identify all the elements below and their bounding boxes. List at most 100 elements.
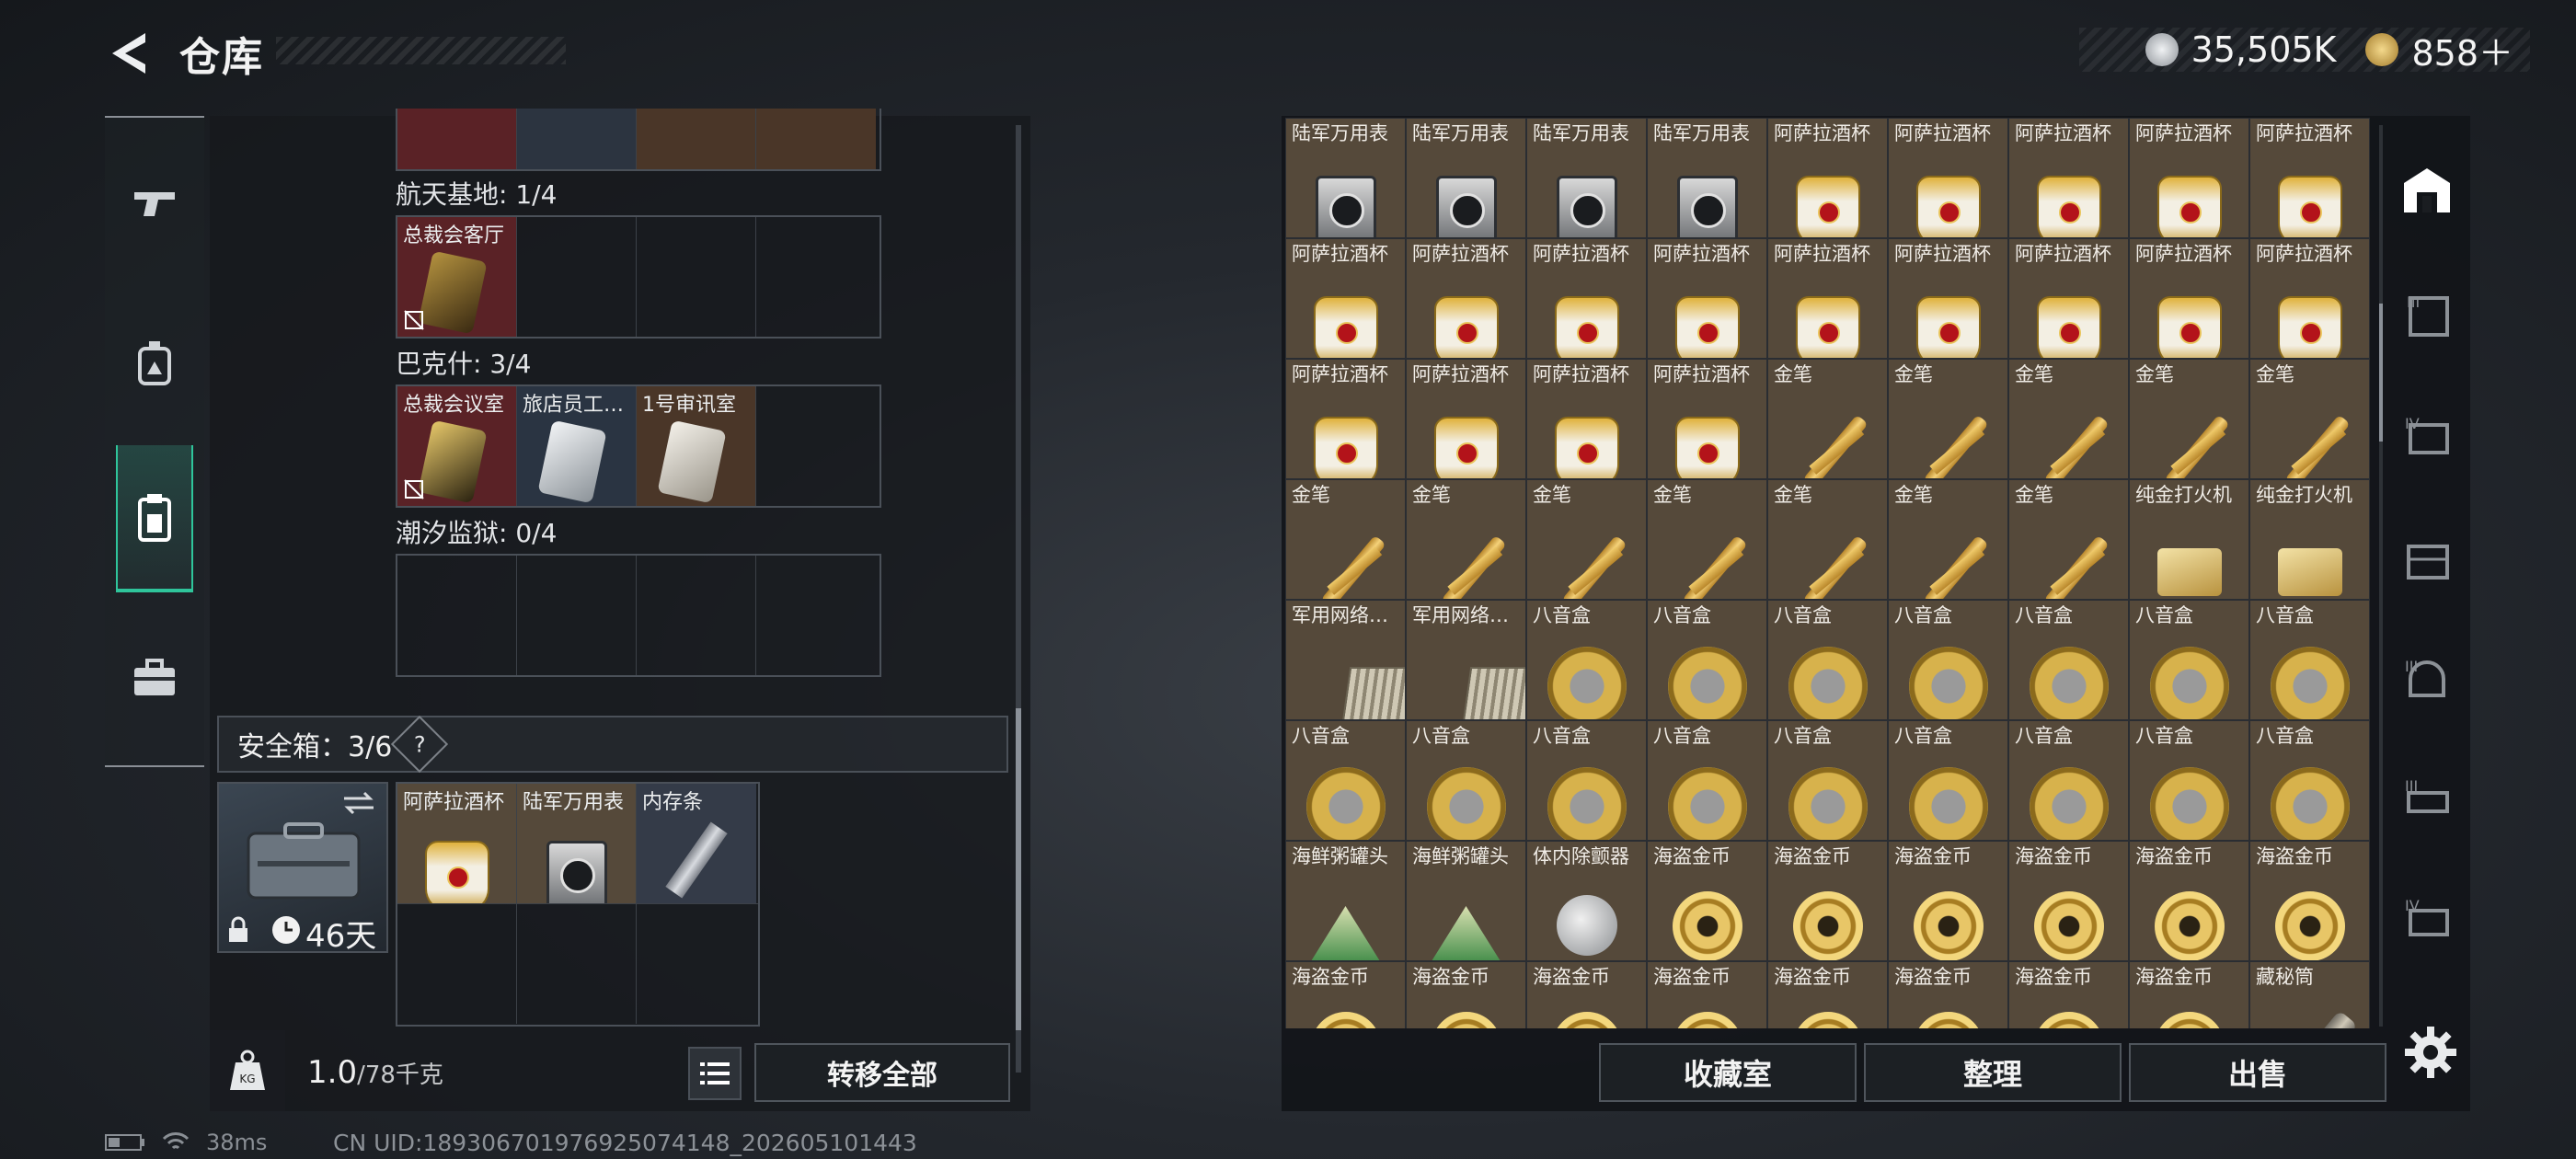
warehouse-item-slot[interactable]: 海鲜粥罐头 — [1406, 841, 1526, 961]
warehouse-item-slot[interactable]: 阿萨拉酒杯 — [1767, 238, 1888, 359]
nav-storage-boxes[interactable] — [2399, 532, 2455, 587]
organize-button[interactable]: 整理 — [1864, 1043, 2122, 1102]
warehouse-item-slot[interactable]: 阿萨拉酒杯 — [1285, 238, 1406, 359]
triangle-coin-icon[interactable] — [2365, 33, 2399, 66]
warehouse-item-slot[interactable]: 八音盒 — [1647, 720, 1767, 841]
warehouse-item-slot[interactable]: 阿萨拉酒杯 — [1406, 238, 1526, 359]
warehouse-item-slot[interactable]: 体内除颤器 — [1526, 841, 1647, 961]
warehouse-item-slot[interactable]: 海盗金币 — [2008, 841, 2129, 961]
safe-item-slot[interactable]: 阿萨拉酒杯 — [397, 784, 517, 903]
warehouse-item-slot[interactable]: 海盗金币 — [1647, 961, 1767, 1028]
card-slot[interactable] — [637, 556, 756, 675]
warehouse-item-slot[interactable]: 海盗金币 — [1526, 961, 1647, 1028]
help-button[interactable]: ? — [391, 715, 449, 774]
warehouse-item-slot[interactable]: 八音盒 — [1888, 600, 2008, 720]
safe-item-slot[interactable]: 内存条 — [637, 784, 756, 903]
warehouse-item-slot[interactable]: 海盗金币 — [1767, 841, 1888, 961]
warehouse-item-slot[interactable]: 金笔 — [2008, 359, 2129, 479]
left-scrollbar-thumb[interactable] — [1016, 708, 1021, 1030]
warehouse-item-slot[interactable]: 陆军万用表 — [1526, 118, 1647, 238]
warehouse-item-slot[interactable]: 八音盒 — [2249, 720, 2370, 841]
card-slot[interactable]: 总裁会客厅 — [397, 217, 517, 337]
warehouse-item-slot[interactable]: 阿萨拉酒杯 — [1526, 359, 1647, 479]
back-arrow-icon[interactable] — [103, 28, 155, 79]
nav-tier-4-rig[interactable]: IV — [2399, 892, 2455, 947]
warehouse-item-slot[interactable]: 金笔 — [2129, 359, 2249, 479]
triangle-coin-value[interactable]: 858＋ — [2411, 25, 2513, 75]
warehouse-item-slot[interactable]: 陆军万用表 — [1285, 118, 1406, 238]
card-slot[interactable] — [397, 109, 517, 169]
list-view-button[interactable] — [688, 1047, 742, 1100]
warehouse-item-slot[interactable]: 阿萨拉酒杯 — [2129, 118, 2249, 238]
warehouse-item-slot[interactable]: 海鲜粥罐头 — [1285, 841, 1406, 961]
card-slot[interactable] — [517, 109, 637, 169]
warehouse-item-slot[interactable]: 阿萨拉酒杯 — [2008, 238, 2129, 359]
warehouse-item-slot[interactable]: 阿萨拉酒杯 — [2249, 238, 2370, 359]
warehouse-item-slot[interactable]: 阿萨拉酒杯 — [1647, 238, 1767, 359]
warehouse-item-slot[interactable]: 军用网络… — [1285, 600, 1406, 720]
warehouse-item-slot[interactable]: 阿萨拉酒杯 — [1647, 359, 1767, 479]
warehouse-scrollbar-track[interactable] — [2379, 125, 2383, 1027]
swap-icon[interactable] — [340, 789, 377, 817]
warehouse-item-slot[interactable]: 金笔 — [1526, 479, 1647, 600]
warehouse-item-slot[interactable]: 八音盒 — [2129, 720, 2249, 841]
warehouse-item-slot[interactable]: 阿萨拉酒杯 — [1888, 118, 2008, 238]
warehouse-item-slot[interactable]: 金笔 — [1406, 479, 1526, 600]
warehouse-item-slot[interactable]: 金笔 — [1888, 479, 2008, 600]
warehouse-item-slot[interactable]: 海盗金币 — [1285, 961, 1406, 1028]
warehouse-item-slot[interactable]: 金笔 — [1767, 359, 1888, 479]
card-slot[interactable] — [517, 217, 637, 337]
card-slot[interactable] — [756, 217, 876, 337]
warehouse-item-slot[interactable]: 八音盒 — [1767, 600, 1888, 720]
card-slot[interactable]: 总裁会议室 — [397, 386, 517, 506]
warehouse-item-slot[interactable]: 纯金打火机 — [2249, 479, 2370, 600]
warehouse-item-slot[interactable]: 海盗金币 — [2129, 961, 2249, 1028]
warehouse-item-slot[interactable]: 阿萨拉酒杯 — [1406, 359, 1526, 479]
warehouse-item-slot[interactable]: 金笔 — [1888, 359, 2008, 479]
warehouse-item-slot[interactable]: 八音盒 — [1526, 720, 1647, 841]
warehouse-item-slot[interactable]: 海盗金币 — [2008, 961, 2129, 1028]
warehouse-item-slot[interactable]: 金笔 — [1647, 479, 1767, 600]
warehouse-item-slot[interactable]: 阿萨拉酒杯 — [1888, 238, 2008, 359]
warehouse-item-slot[interactable]: 八音盒 — [1767, 720, 1888, 841]
warehouse-item-slot[interactable]: 阿萨拉酒杯 — [2008, 118, 2129, 238]
nav-weapons[interactable] — [114, 153, 195, 254]
warehouse-item-slot[interactable]: 海盗金币 — [1767, 961, 1888, 1028]
transfer-all-button[interactable]: 转移全部 — [754, 1043, 1010, 1102]
warehouse-item-slot[interactable]: 八音盒 — [1647, 600, 1767, 720]
warehouse-item-slot[interactable]: 海盗金币 — [1647, 841, 1767, 961]
settings-gear-icon[interactable] — [2401, 1023, 2460, 1082]
sell-button[interactable]: 出售 — [2129, 1043, 2386, 1102]
card-slot[interactable] — [756, 556, 876, 675]
nav-tier-3-rig[interactable]: III — [2399, 773, 2455, 828]
warehouse-item-slot[interactable]: 八音盒 — [1406, 720, 1526, 841]
warehouse-item-slot[interactable]: 八音盒 — [2129, 600, 2249, 720]
nav-tier-3-gear[interactable]: III — [2399, 287, 2455, 342]
warehouse-item-slot[interactable]: 军用网络… — [1406, 600, 1526, 720]
card-slot[interactable] — [637, 217, 756, 337]
card-slot[interactable]: 旅店员工… — [517, 386, 637, 506]
nav-tier-4-gear[interactable]: IV — [2399, 408, 2455, 464]
nav-tier-3-helmet[interactable]: III — [2399, 653, 2455, 708]
warehouse-item-slot[interactable]: 阿萨拉酒杯 — [1285, 359, 1406, 479]
warehouse-item-slot[interactable]: 阿萨拉酒杯 — [1767, 118, 1888, 238]
card-slot[interactable]: 1号审讯室 — [637, 386, 756, 506]
warehouse-item-slot[interactable]: 海盗金币 — [2249, 841, 2370, 961]
warehouse-scrollbar-thumb[interactable] — [2379, 304, 2383, 442]
warehouse-item-slot[interactable]: 金笔 — [1285, 479, 1406, 600]
warehouse-item-slot[interactable]: 八音盒 — [1285, 720, 1406, 841]
warehouse-item-slot[interactable]: 海盗金币 — [1406, 961, 1526, 1028]
warehouse-item-slot[interactable]: 陆军万用表 — [1647, 118, 1767, 238]
safe-item-slot[interactable] — [637, 904, 756, 1024]
card-slot[interactable] — [756, 386, 876, 506]
warehouse-item-slot[interactable]: 海盗金币 — [2129, 841, 2249, 961]
warehouse-item-slot[interactable]: 金笔 — [2008, 479, 2129, 600]
warehouse-item-slot[interactable]: 金笔 — [2249, 359, 2370, 479]
warehouse-item-slot[interactable]: 八音盒 — [2249, 600, 2370, 720]
card-slot[interactable] — [637, 109, 756, 169]
collection-room-button[interactable]: 收藏室 — [1599, 1043, 1857, 1102]
nav-storage[interactable] — [116, 445, 193, 592]
warehouse-item-slot[interactable]: 八音盒 — [1526, 600, 1647, 720]
nav-backpack[interactable] — [114, 313, 195, 414]
card-slot[interactable] — [517, 556, 637, 675]
